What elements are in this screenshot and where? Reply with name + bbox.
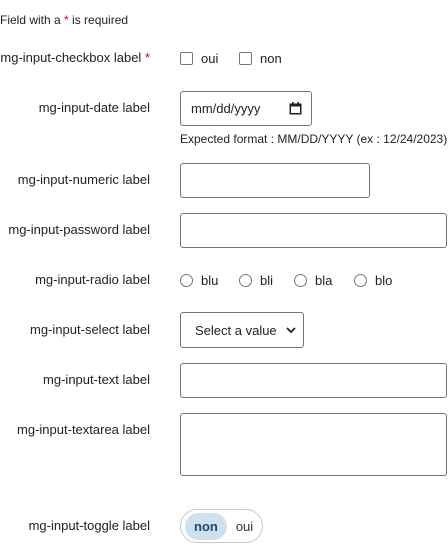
checkbox-label-text: mg-input-checkbox label (0, 50, 142, 65)
radio-bli-label: bli (260, 273, 274, 289)
radio-bla-label: bla (315, 273, 333, 289)
toggle-option-non[interactable]: non (185, 512, 227, 540)
radio-blu[interactable] (180, 274, 193, 288)
toggle-field-label: mg-input-toggle label (28, 518, 150, 533)
select-input[interactable]: Select a value (180, 312, 304, 348)
required-note-prefix: Field with a (0, 13, 65, 27)
checkbox-option-non[interactable]: non (239, 50, 282, 66)
date-format-hint: Expected format : MM/DD/YYYY (ex : 12/24… (180, 132, 448, 146)
text-input[interactable] (180, 363, 447, 398)
numeric-field-label: mg-input-numeric label (17, 172, 150, 187)
radio-option-bla[interactable]: bla (294, 272, 332, 288)
date-input[interactable]: mm/dd/yyyy (180, 91, 312, 126)
password-field-label: mg-input-password label (8, 222, 150, 237)
required-note: Field with a * is required (0, 13, 128, 27)
checkbox-field-label: mg-input-checkbox label * (0, 50, 150, 65)
checkbox-non[interactable] (239, 52, 252, 66)
checkbox-oui[interactable] (180, 52, 193, 66)
checkbox-option-oui[interactable]: oui (180, 50, 218, 66)
radio-blo[interactable] (354, 274, 367, 288)
radio-option-bli[interactable]: bli (239, 272, 273, 288)
checkbox-oui-label: oui (201, 51, 219, 67)
toggle-switch[interactable]: non oui (180, 509, 263, 543)
calendar-icon[interactable] (289, 102, 302, 115)
date-placeholder: mm/dd/yyyy (191, 101, 261, 116)
required-note-suffix: is required (68, 13, 129, 27)
radio-bla[interactable] (294, 274, 307, 288)
textarea-field-label: mg-input-textarea label (17, 422, 150, 437)
date-field-label: mg-input-date label (38, 100, 150, 115)
chevron-down-icon (286, 326, 296, 334)
select-field-label: mg-input-select label (30, 322, 150, 337)
select-value: Select a value (195, 322, 277, 338)
toggle-option-oui[interactable]: oui (227, 513, 262, 540)
radio-blo-label: blo (375, 273, 393, 289)
radio-bli[interactable] (239, 274, 252, 288)
text-field-label: mg-input-text label (43, 372, 150, 387)
numeric-input[interactable] (180, 163, 370, 198)
radio-option-blo[interactable]: blo (354, 272, 392, 288)
checkbox-non-label: non (260, 51, 282, 67)
checkbox-required-star: * (144, 50, 150, 65)
password-input[interactable] (180, 213, 447, 248)
radio-blu-label: blu (201, 273, 219, 289)
textarea-input[interactable] (180, 413, 447, 476)
radio-field-label: mg-input-radio label (35, 272, 150, 287)
radio-option-blu[interactable]: blu (180, 272, 218, 288)
